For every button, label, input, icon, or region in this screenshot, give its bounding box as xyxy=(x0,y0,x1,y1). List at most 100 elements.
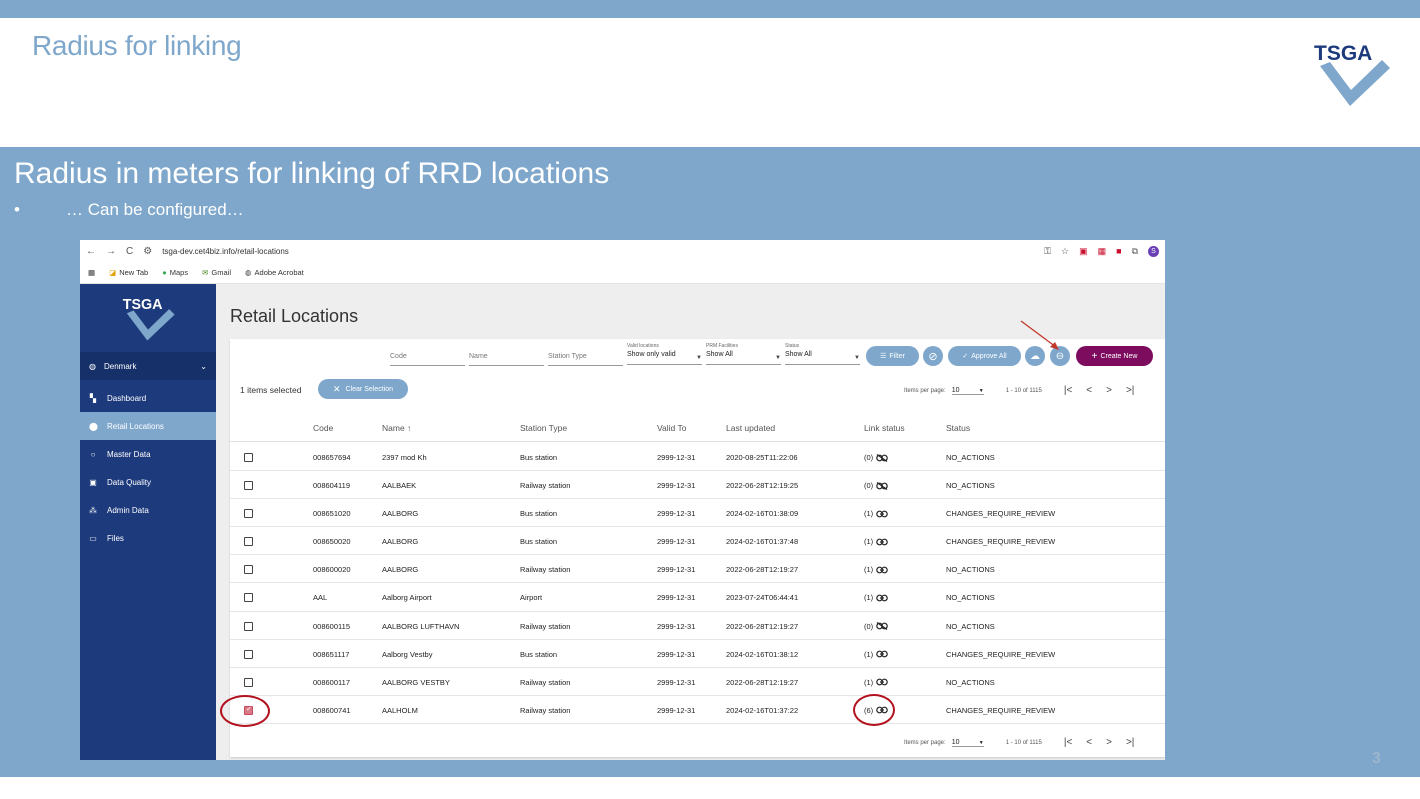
station-type-filter-input[interactable]: Station Type xyxy=(548,353,623,366)
bookmark-adobe[interactable]: ◍ Adobe Acrobat xyxy=(245,268,304,277)
puzzle-icon[interactable]: ⧉ xyxy=(1132,246,1138,257)
people-icon: ⁂ xyxy=(89,505,97,515)
top-band xyxy=(0,0,1420,18)
cell-link-status[interactable]: (1) xyxy=(864,565,888,574)
bookmark-new-tab[interactable]: ◪ New Tab xyxy=(109,268,148,277)
row-checkbox[interactable] xyxy=(244,649,253,659)
bookmarks-bar: ▦ ◪ New Tab ● Maps ✉ Gmail ◍ Adobe Acrobat xyxy=(80,262,1165,284)
header-status[interactable]: Status xyxy=(946,423,970,433)
row-checkbox[interactable] xyxy=(244,453,253,462)
cell-station-type: Railway station xyxy=(520,621,571,631)
next-page-icon[interactable]: > xyxy=(1106,737,1112,748)
header-station-type[interactable]: Station Type xyxy=(520,423,567,433)
cell-link-status[interactable]: (1) xyxy=(864,678,888,687)
sidebar-item-master-data[interactable]: ○ Master Data xyxy=(80,440,216,468)
row-checkbox[interactable] xyxy=(244,509,253,519)
sidebar-item-retail-locations[interactable]: ⬤ Retail Locations xyxy=(80,412,216,440)
header-valid-to[interactable]: Valid To xyxy=(657,423,686,433)
table-row[interactable]: 008600115 AALBORG LUFTHAVN Railway station… xyxy=(230,612,1165,640)
clear-filter-button[interactable]: ⊘ xyxy=(923,346,943,366)
cell-link-status[interactable]: (0) xyxy=(864,622,888,631)
globe-icon: ◍ xyxy=(245,268,252,277)
sidebar-item-files[interactable]: ▭ Files xyxy=(80,524,216,552)
table-row[interactable]: 008651117 Aalborg Vestby Bus station 2999-1… xyxy=(230,640,1165,668)
url-text[interactable]: tsga-dev.cet4biz.info/retail-locations xyxy=(162,247,1044,256)
next-page-icon[interactable]: > xyxy=(1106,385,1112,396)
highlight-circle-link-status xyxy=(853,694,895,726)
link-off-icon xyxy=(876,622,888,631)
cell-valid-to: 2999-12-31 xyxy=(657,509,696,519)
cell-link-status[interactable]: (1) xyxy=(864,593,888,602)
header-name[interactable]: Name ↑ xyxy=(382,423,411,433)
bookmark-maps[interactable]: ● Maps xyxy=(162,268,188,277)
cell-status: NO_ACTIONS xyxy=(946,677,995,687)
items-per-page-select[interactable]: 10 ▼ xyxy=(951,387,984,395)
country-selector[interactable]: ◍ Denmark ⌄ xyxy=(80,352,216,380)
row-checkbox[interactable] xyxy=(244,537,253,547)
sidebar-item-dashboard[interactable]: ▚ Dashboard xyxy=(80,384,216,412)
header-code[interactable]: Code xyxy=(313,423,333,433)
row-checkbox[interactable] xyxy=(244,593,253,603)
cell-station-type: Railway station xyxy=(520,481,571,491)
table-row[interactable]: 008600020 AALBORG Railway station 2999-12-3… xyxy=(230,555,1165,584)
header-link-status[interactable]: Link status xyxy=(864,423,905,433)
bookmark-gmail[interactable]: ✉ Gmail xyxy=(202,268,231,277)
code-filter-input[interactable]: Code xyxy=(390,353,465,366)
row-checkbox[interactable] xyxy=(244,621,253,631)
reload-icon[interactable]: C xyxy=(126,246,133,257)
acrobat-icon[interactable]: ■ xyxy=(1116,246,1121,256)
cell-link-status[interactable]: (1) xyxy=(864,650,888,659)
cell-link-status[interactable]: (1) xyxy=(864,509,888,518)
forward-icon[interactable]: → xyxy=(106,246,116,257)
row-checkbox[interactable] xyxy=(244,481,253,491)
cell-station-type: Bus station xyxy=(520,453,558,462)
row-checkbox[interactable] xyxy=(244,677,253,687)
table-row[interactable]: 008600741 AALHOLM Railway station 2999-12-3… xyxy=(230,696,1165,724)
site-settings-icon[interactable]: ⚙ xyxy=(143,246,152,257)
apps-icon[interactable]: ▦ xyxy=(88,268,95,277)
prev-page-icon[interactable]: < xyxy=(1086,385,1092,396)
sidebar-item-admin-data[interactable]: ⁂ Admin Data xyxy=(80,496,216,524)
star-icon[interactable]: ☆ xyxy=(1061,246,1069,257)
table-row[interactable]: 008600117 AALBORG VESTBY Railway station 29… xyxy=(230,668,1165,696)
extension-red-icon[interactable]: ▣ xyxy=(1079,246,1088,257)
table-row[interactable]: 008650020 AALBORG Bus station 2999-12-31 202… xyxy=(230,527,1165,556)
filter-button[interactable]: ☰ Filter xyxy=(866,346,919,366)
table-row[interactable]: 008604119 AALBAEK Railway station 2999-12-3… xyxy=(230,471,1165,500)
last-page-icon[interactable]: >| xyxy=(1126,385,1134,396)
panel-heading: Radius in meters for linking of RRD loca… xyxy=(14,157,610,190)
table-row[interactable]: 008657694 2397 mod Kh Bus station 2999-12-3… xyxy=(230,443,1165,472)
name-filter-input[interactable]: Name xyxy=(469,353,544,366)
table-row[interactable]: 008651020 AALBORG Bus station 2999-12-31 202… xyxy=(230,499,1165,528)
status-select[interactable]: Status Show All ▼ xyxy=(785,343,860,365)
cell-link-status[interactable]: (1) xyxy=(864,537,888,546)
last-page-icon[interactable]: >| xyxy=(1126,737,1134,748)
sidebar-logo[interactable]: TSGA xyxy=(80,284,216,352)
key-icon[interactable]: ⚿ xyxy=(1044,246,1051,257)
first-page-icon[interactable]: |< xyxy=(1064,737,1072,748)
valid-locations-select[interactable]: Valid locations Show only valid ▼ xyxy=(627,343,702,365)
clear-selection-button[interactable]: ✕ Clear Selection xyxy=(318,379,408,399)
table-row[interactable]: AAL Aalborg Airport Airport 2999-12-31 2023-… xyxy=(230,583,1165,612)
folder-icon: ▭ xyxy=(89,533,97,543)
sidebar-item-data-quality[interactable]: ▣ Data Quality xyxy=(80,468,216,496)
row-checkbox[interactable] xyxy=(244,565,253,575)
avatar[interactable]: S xyxy=(1148,245,1159,257)
link-icon xyxy=(876,538,888,546)
create-new-button[interactable]: + Create New xyxy=(1076,346,1153,366)
cell-link-status[interactable]: (0) xyxy=(864,453,888,462)
items-per-page-select[interactable]: 10 ▼ xyxy=(951,739,984,747)
approve-all-button[interactable]: ✓ Approve All xyxy=(948,346,1021,366)
back-icon[interactable]: ← xyxy=(86,246,96,257)
calendar-icon[interactable]: ▦ xyxy=(1098,246,1107,257)
header-last-updated[interactable]: Last updated xyxy=(726,423,775,433)
cell-valid-to: 2999-12-31 xyxy=(657,677,696,687)
first-page-icon[interactable]: |< xyxy=(1064,385,1072,396)
prm-facilities-select[interactable]: PRM Facilities Show All ▼ xyxy=(706,343,781,365)
chevron-down-icon: ⌄ xyxy=(200,361,207,371)
circle-icon: ○ xyxy=(90,449,96,459)
cell-station-type: Bus station xyxy=(520,509,558,519)
prev-page-icon[interactable]: < xyxy=(1086,737,1092,748)
cell-link-status[interactable]: (0) xyxy=(864,481,888,490)
cell-name: Aalborg Vestby xyxy=(382,649,433,659)
